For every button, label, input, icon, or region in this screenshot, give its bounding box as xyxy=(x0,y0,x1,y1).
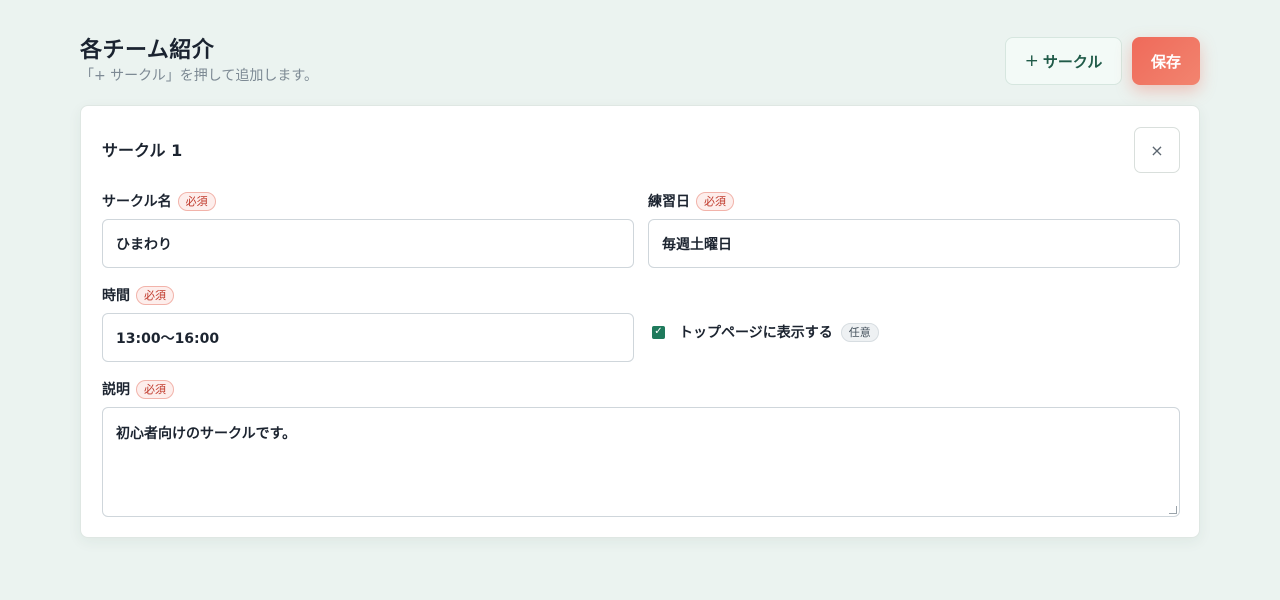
optional-badge: 任意 xyxy=(840,322,879,342)
page-title: 各チーム紹介 xyxy=(80,38,215,63)
show-on-top-row: ✓ トップページに表示する 任意 xyxy=(652,322,879,342)
practice-day-input[interactable]: 毎週土曜日 xyxy=(648,219,1180,268)
name-field-label: サークル名 必須 xyxy=(102,191,216,211)
required-badge: 必須 xyxy=(696,191,734,211)
time-input[interactable]: 13:00〜16:00 xyxy=(102,313,634,362)
name-label-text: サークル名 xyxy=(102,194,172,210)
time-label-text: 時間 xyxy=(102,288,130,304)
required-badge: 必須 xyxy=(177,191,216,211)
show-on-top-label: トップページに表示する xyxy=(679,325,833,341)
add-circle-button[interactable]: + サークル xyxy=(1005,37,1122,85)
practice-day-label-text: 練習日 xyxy=(648,194,690,210)
practice-day-field-label: 練習日 必須 xyxy=(648,191,734,211)
required-badge: 必須 xyxy=(136,285,174,305)
show-on-top-checkbox[interactable]: ✓ xyxy=(652,325,665,339)
circle-card: サークル 1 × サークル名 必須 ひまわり 練習日 必須 毎週土曜日 時間 必… xyxy=(80,105,1200,538)
card-title: サークル 1 xyxy=(102,141,183,160)
page: 各チーム紹介 「+ サークル」を押して追加します。 + サークル 保存 サークル… xyxy=(0,0,1280,600)
resize-handle-icon[interactable] xyxy=(1169,506,1177,514)
description-label-text: 説明 xyxy=(102,382,130,398)
description-text: 初心者向けのサークルです。 xyxy=(116,426,297,442)
time-field-label: 時間 必須 xyxy=(102,285,174,305)
page-subtitle: 「+ サークル」を押して追加します。 xyxy=(80,68,318,84)
required-badge: 必須 xyxy=(136,379,174,399)
plus-icon: + xyxy=(1024,51,1039,71)
save-button[interactable]: 保存 xyxy=(1132,37,1200,85)
remove-circle-button[interactable]: × xyxy=(1134,127,1180,173)
close-icon: × xyxy=(1150,140,1164,160)
description-textarea[interactable]: 初心者向けのサークルです。 xyxy=(102,407,1180,517)
description-field-label: 説明 必須 xyxy=(102,379,174,399)
add-circle-label: サークル xyxy=(1042,52,1103,71)
name-input[interactable]: ひまわり xyxy=(102,219,634,268)
